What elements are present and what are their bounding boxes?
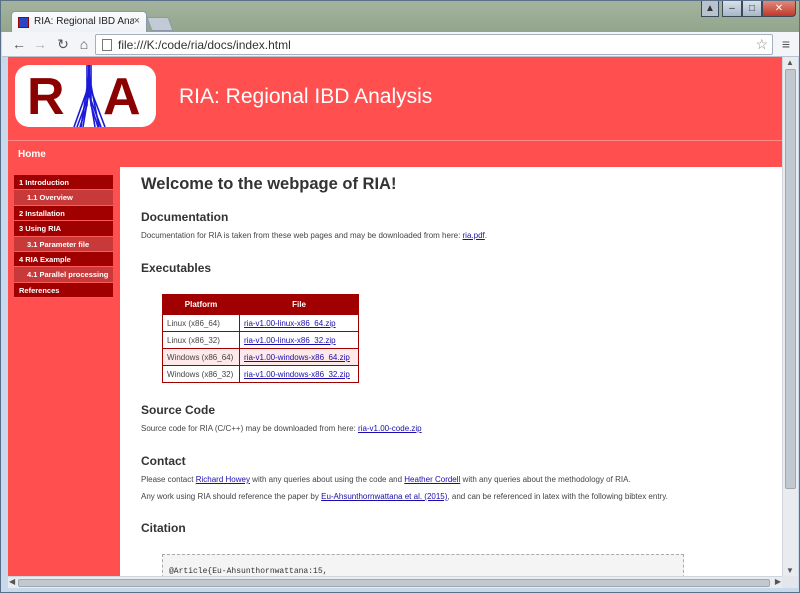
contact-text: with any queries about using the code an… [249,475,405,484]
sidebar-item-introduction[interactable]: 1 Introduction [14,175,113,191]
file-cell: ria-v1.00-linux-x86_64.zip [239,314,359,332]
site-header: R A RIA: Regional IBD Analysis [8,57,782,140]
tab-title: RIA: Regional IBD Analysis [34,16,134,27]
executables-table: Platform File Linux (x86_64) ria-v1.00-l… [162,294,359,383]
documentation-heading: Documentation [141,210,229,224]
horizontal-scroll-thumb[interactable] [18,579,770,587]
platform-cell: Linux (x86_64) [162,314,240,332]
sidebar-item-overview[interactable]: 1.1 Overview [14,190,113,206]
bookmark-star-icon[interactable]: ☆ [755,36,768,53]
bibtex-code-block: @Article{Eu-Ahsunthornwattana:15, [162,554,684,576]
scroll-left-icon[interactable]: ◀ [9,577,15,586]
sidebar-item-parameter-file[interactable]: 3.1 Parameter file [14,236,113,252]
heather-cordell-link[interactable]: Heather Cordell [404,475,460,484]
tab-close-icon[interactable]: × [134,15,140,27]
reload-icon[interactable]: ↻ [54,36,72,54]
contact-line-2: Any work using RIA should reference the … [141,492,668,501]
download-link[interactable]: ria-v1.00-linux-x86_32.zip [244,336,336,345]
documentation-text: Documentation for RIA is taken from thes… [141,231,487,240]
file-cell: ria-v1.00-windows-x86_32.zip [239,365,359,383]
source-code-heading: Source Code [141,403,216,417]
documentation-suffix: . [484,231,487,240]
ria-pdf-link[interactable]: ria.pdf [463,231,485,240]
close-window-button[interactable]: ✕ [762,1,796,17]
browser-window: RIA: Regional IBD Analysis × ▲ – □ ✕ ← →… [0,0,800,593]
address-bar[interactable]: file:///K:/code/ria/docs/index.html ☆ [95,34,773,55]
sidebar-item-references[interactable]: References [14,282,113,299]
browser-tab[interactable]: RIA: Regional IBD Analysis × [11,11,147,33]
page-icon [102,39,112,51]
file-cell: ria-v1.00-windows-x86_64.zip [239,348,359,366]
executables-heading: Executables [141,261,212,275]
maximize-button[interactable]: □ [742,1,762,17]
table-row: Linux (x86_64) ria-v1.00-linux-x86_64.zi… [162,314,359,332]
sidebar-item-using-ria[interactable]: 3 Using RIA [14,221,113,237]
page-title: Welcome to the webpage of RIA! [141,175,397,193]
vertical-scrollbar[interactable]: ▲ ▼ [782,57,798,576]
source-sentence: Source code for RIA (C/C++) may be downl… [141,424,358,433]
sidebar-item-ria-example[interactable]: 4 RIA Example [14,251,113,268]
nav-home-link[interactable]: Home [18,149,46,160]
table-row: Windows (x86_32) ria-v1.00-windows-x86_3… [162,365,359,383]
platform-cell: Linux (x86_32) [162,331,240,349]
url-text: file:///K:/code/ria/docs/index.html [118,38,291,52]
logo-letter-r: R [27,68,65,126]
contact-text: Please contact [141,475,196,484]
sidebar: 1 Introduction 1.1 Overview 2 Installati… [8,167,120,576]
platform-column-header: Platform [162,294,240,315]
contact-text: with any queries about the methodology o… [460,475,631,484]
title-bar: RIA: Regional IBD Analysis × ▲ – □ ✕ [1,1,799,33]
logo-letter-a: A [103,68,141,126]
paper-link[interactable]: Eu-Ahsunthornwattana et al. (2015) [321,492,447,501]
scroll-down-icon[interactable]: ▼ [786,566,794,575]
source-code-link[interactable]: ria-v1.00-code.zip [358,424,422,433]
source-code-text: Source code for RIA (C/C++) may be downl… [141,424,422,433]
menu-icon[interactable]: ≡ [777,36,795,54]
logo-graph-icon [73,65,106,127]
sidebar-item-parallel-processing[interactable]: 4.1 Parallel processing [14,267,113,283]
site-nav-bar: Home [8,140,782,167]
forward-icon[interactable]: → [31,36,49,54]
ria-logo[interactable]: R A [15,65,156,127]
documentation-sentence: Documentation for RIA is taken from thes… [141,231,463,240]
table-header-row: Platform File [162,294,359,315]
contact-heading: Contact [141,454,186,468]
download-link[interactable]: ria-v1.00-windows-x86_64.zip [244,353,350,362]
page-viewport: R A RIA: Regional IBD Analysis Home 1 In… [8,57,782,576]
minimize-button[interactable]: – [722,1,742,17]
new-tab-button[interactable] [146,17,174,31]
horizontal-scrollbar[interactable]: ◀ ▶ [8,576,782,588]
table-of-contents: 1 Introduction 1.1 Overview 2 Installati… [14,175,113,299]
back-icon[interactable]: ← [10,36,28,54]
sidebar-item-installation[interactable]: 2 Installation [14,205,113,222]
scroll-up-icon[interactable]: ▲ [786,58,794,67]
download-link[interactable]: ria-v1.00-windows-x86_32.zip [244,370,350,379]
vertical-scroll-thumb[interactable] [785,69,796,489]
platform-cell: Windows (x86_32) [162,365,240,383]
table-row: Linux (x86_32) ria-v1.00-linux-x86_32.zi… [162,331,359,349]
favicon-icon [18,17,29,28]
file-column-header: File [239,294,359,315]
richard-howey-link[interactable]: Richard Howey [196,475,250,484]
table-row: Windows (x86_64) ria-v1.00-windows-x86_6… [162,348,359,366]
browser-toolbar: ← → ↻ ⌂ file:///K:/code/ria/docs/index.h… [2,32,799,57]
reference-text: Any work using RIA should reference the … [141,492,322,501]
bibtex-code-line: @Article{Eu-Ahsunthornwattana:15, [169,567,328,576]
platform-cell: Windows (x86_64) [162,348,240,366]
scroll-right-icon[interactable]: ▶ [775,577,781,586]
file-cell: ria-v1.00-linux-x86_32.zip [239,331,359,349]
citation-heading: Citation [141,521,186,535]
reference-text: , and can be referenced in latex with th… [447,492,668,501]
contact-line-1: Please contact Richard Howey with any qu… [141,475,631,484]
user-icon[interactable]: ▲ [701,1,719,17]
home-icon[interactable]: ⌂ [75,36,93,54]
site-title: RIA: Regional IBD Analysis [179,85,433,108]
scrollbar-corner [782,576,798,588]
download-link[interactable]: ria-v1.00-linux-x86_64.zip [244,319,336,328]
